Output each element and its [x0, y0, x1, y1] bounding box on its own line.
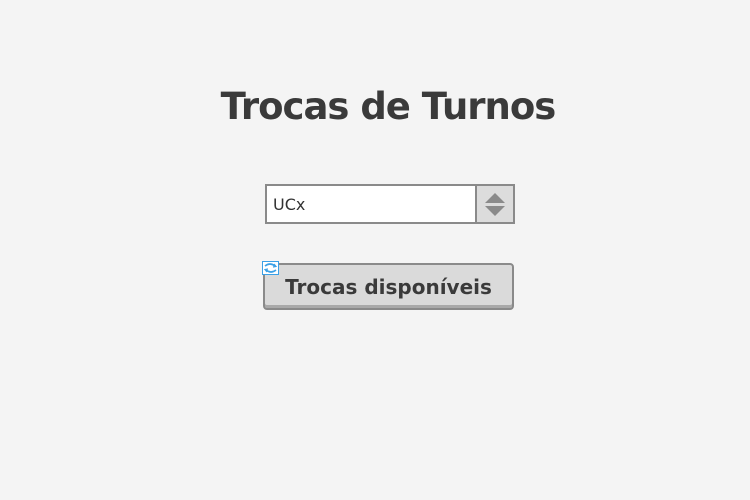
- page: Trocas de Turnos Trocas disponíveis: [0, 0, 750, 500]
- uc-spinner-input[interactable]: [267, 186, 475, 222]
- broken-image-icon: [262, 261, 279, 275]
- arrow-down-icon[interactable]: [485, 206, 505, 216]
- uc-spinner[interactable]: [265, 184, 515, 224]
- page-title: Trocas de Turnos: [220, 85, 557, 128]
- spinner-arrows[interactable]: [475, 186, 513, 222]
- arrow-up-icon[interactable]: [485, 193, 505, 203]
- available-swaps-button[interactable]: Trocas disponíveis: [263, 263, 514, 310]
